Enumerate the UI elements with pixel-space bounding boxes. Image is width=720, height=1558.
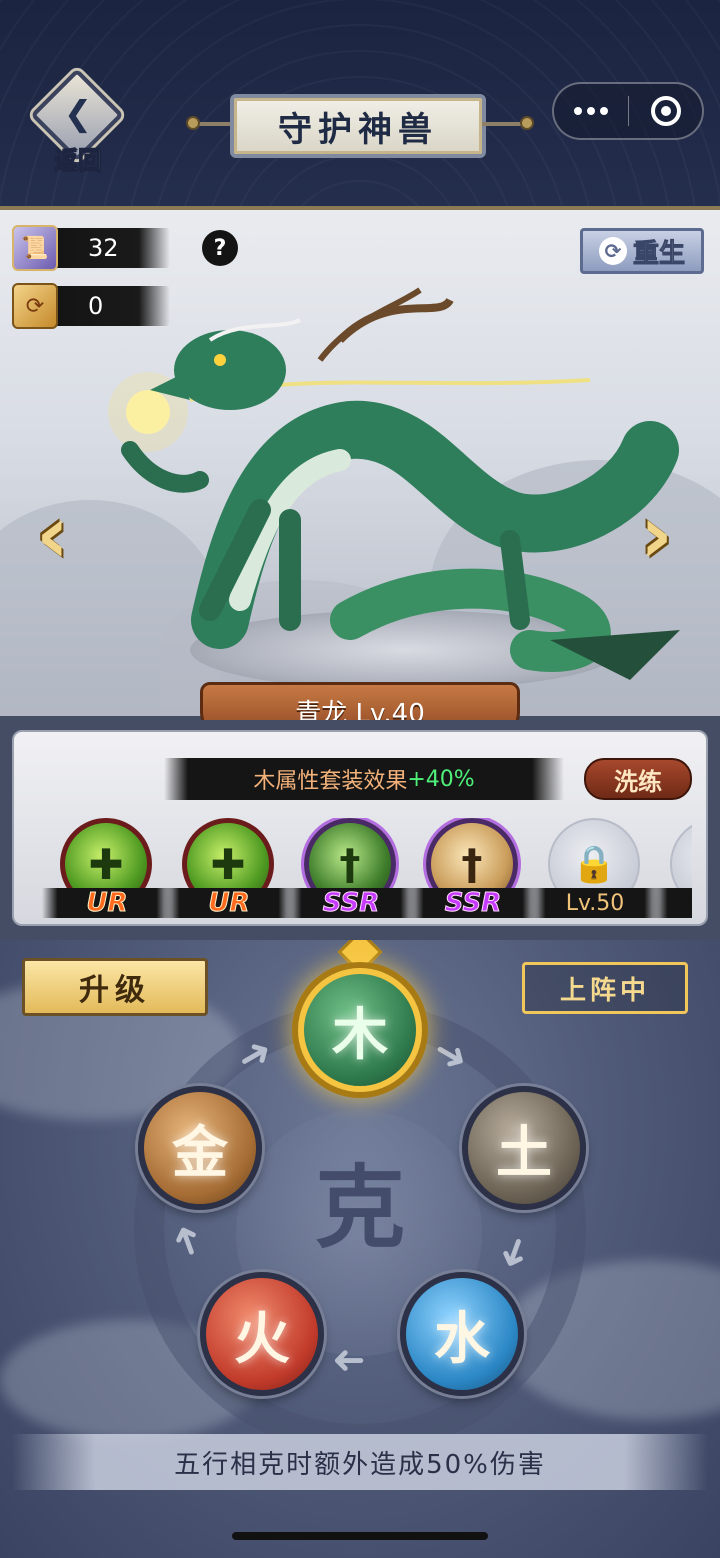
home-indicator[interactable] [232, 1532, 488, 1540]
rarity-badge: UR [164, 888, 294, 919]
equipment-slot-5[interactable]: 🔒 Lv.50 [530, 818, 660, 924]
element-water[interactable]: 水 [400, 1272, 524, 1396]
set-bonus-value: +40% [407, 766, 475, 792]
beast-name-level: 青龙 Lv.40 [295, 698, 425, 721]
beast-showcase: 📜 32 ⟳ 0 ? ⟳ 重生 ‹ › 青龙 Lv.40 [0, 210, 720, 720]
rebirth-label: 重生 [632, 238, 685, 269]
upgrade-button[interactable]: 升级 [22, 958, 208, 1016]
set-bonus-label: 木属性套装效果 [253, 769, 408, 794]
five-elements-area: 克 ➜ ➜ ➜ ➜ ➜ 升级 上阵中 木 土 水 火 金 五行相克时额外造成50… [0, 940, 720, 1558]
rebirth-button[interactable]: ⟳ 重生 [580, 228, 704, 274]
restraint-symbol: 克 [315, 1155, 405, 1261]
element-earth-label: 土 [496, 1119, 552, 1186]
top-bar: ❮ 返回 守护神兽 [0, 0, 720, 210]
more-dots-icon[interactable] [554, 84, 628, 138]
element-water-label: 水 [434, 1305, 490, 1372]
back-arrow-icon: ❮ [63, 94, 93, 134]
equipment-slot-6[interactable]: L [652, 818, 692, 924]
page-title-plate: 守护神兽 [230, 94, 486, 158]
title-knob-right [520, 116, 534, 130]
equipment-slot-row: ✚ UR ✚ UR † SSR † SSR 🔒 Lv.50 L [42, 818, 692, 924]
prev-beast-arrow-icon[interactable]: ‹ [36, 495, 86, 575]
azure-dragon-illustration [108, 287, 680, 680]
title-knob-left [186, 116, 200, 130]
back-label: 返回 [54, 145, 103, 175]
unlock-level-badge: L [652, 888, 692, 918]
target-circle-icon[interactable] [629, 84, 702, 138]
cycle-icon: ⟳ [598, 237, 627, 265]
help-button[interactable]: ? [202, 230, 238, 266]
refine-button[interactable]: 洗练 [584, 758, 692, 800]
rarity-badge: SSR [286, 888, 416, 919]
equipment-slot-4[interactable]: † SSR [408, 818, 538, 924]
equipment-panel-card: 木属性套装效果 +40% 洗练 ✚ UR ✚ UR † SSR † SSR 🔒 … [12, 730, 708, 926]
rarity-badge: UR [42, 888, 172, 919]
beast-name-plate: 青龙 Lv.40 [200, 682, 520, 720]
currency-scroll-value: 32 [88, 234, 119, 262]
currency-scroll: 📜 32 [12, 225, 170, 271]
element-metal-label: 金 [172, 1119, 228, 1186]
tip-text: 五行相克时额外造成50%伤害 [174, 1449, 546, 1480]
tip-bar: 五行相克时额外造成50%伤害 [12, 1434, 708, 1490]
element-metal[interactable]: 金 [138, 1086, 262, 1210]
back-button[interactable]: ❮ 返回 [30, 68, 126, 175]
miniprogram-capsule [552, 82, 704, 140]
element-fire[interactable]: 火 [200, 1272, 324, 1396]
scroll-book-icon: 📜 [12, 225, 58, 271]
equipment-slot-1[interactable]: ✚ UR [42, 818, 172, 924]
equipment-slot-2[interactable]: ✚ UR [164, 818, 294, 924]
unlock-level-badge: Lv.50 [530, 888, 660, 918]
refresh-scroll-icon: ⟳ [12, 283, 58, 329]
element-earth[interactable]: 土 [462, 1086, 586, 1210]
rarity-badge: SSR [408, 888, 538, 919]
refine-label: 洗练 [614, 766, 662, 796]
cycle-arrow-icon: ➜ [332, 1338, 366, 1384]
deployed-label: 上阵中 [559, 975, 650, 1006]
equipment-slot-3[interactable]: † SSR [286, 818, 416, 924]
page-title: 守护神兽 [278, 109, 438, 150]
equipment-panel: 木属性套装效果 +40% 洗练 ✚ UR ✚ UR † SSR † SSR 🔒 … [0, 716, 720, 940]
element-wood[interactable]: 木 [298, 968, 422, 1092]
element-fire-label: 火 [234, 1305, 290, 1372]
element-wood-label: 木 [332, 1001, 388, 1068]
upgrade-label: 升级 [79, 973, 151, 1008]
deployed-status-button[interactable]: 上阵中 [522, 962, 688, 1014]
set-bonus-bar: 木属性套装效果 +40% [164, 758, 564, 800]
